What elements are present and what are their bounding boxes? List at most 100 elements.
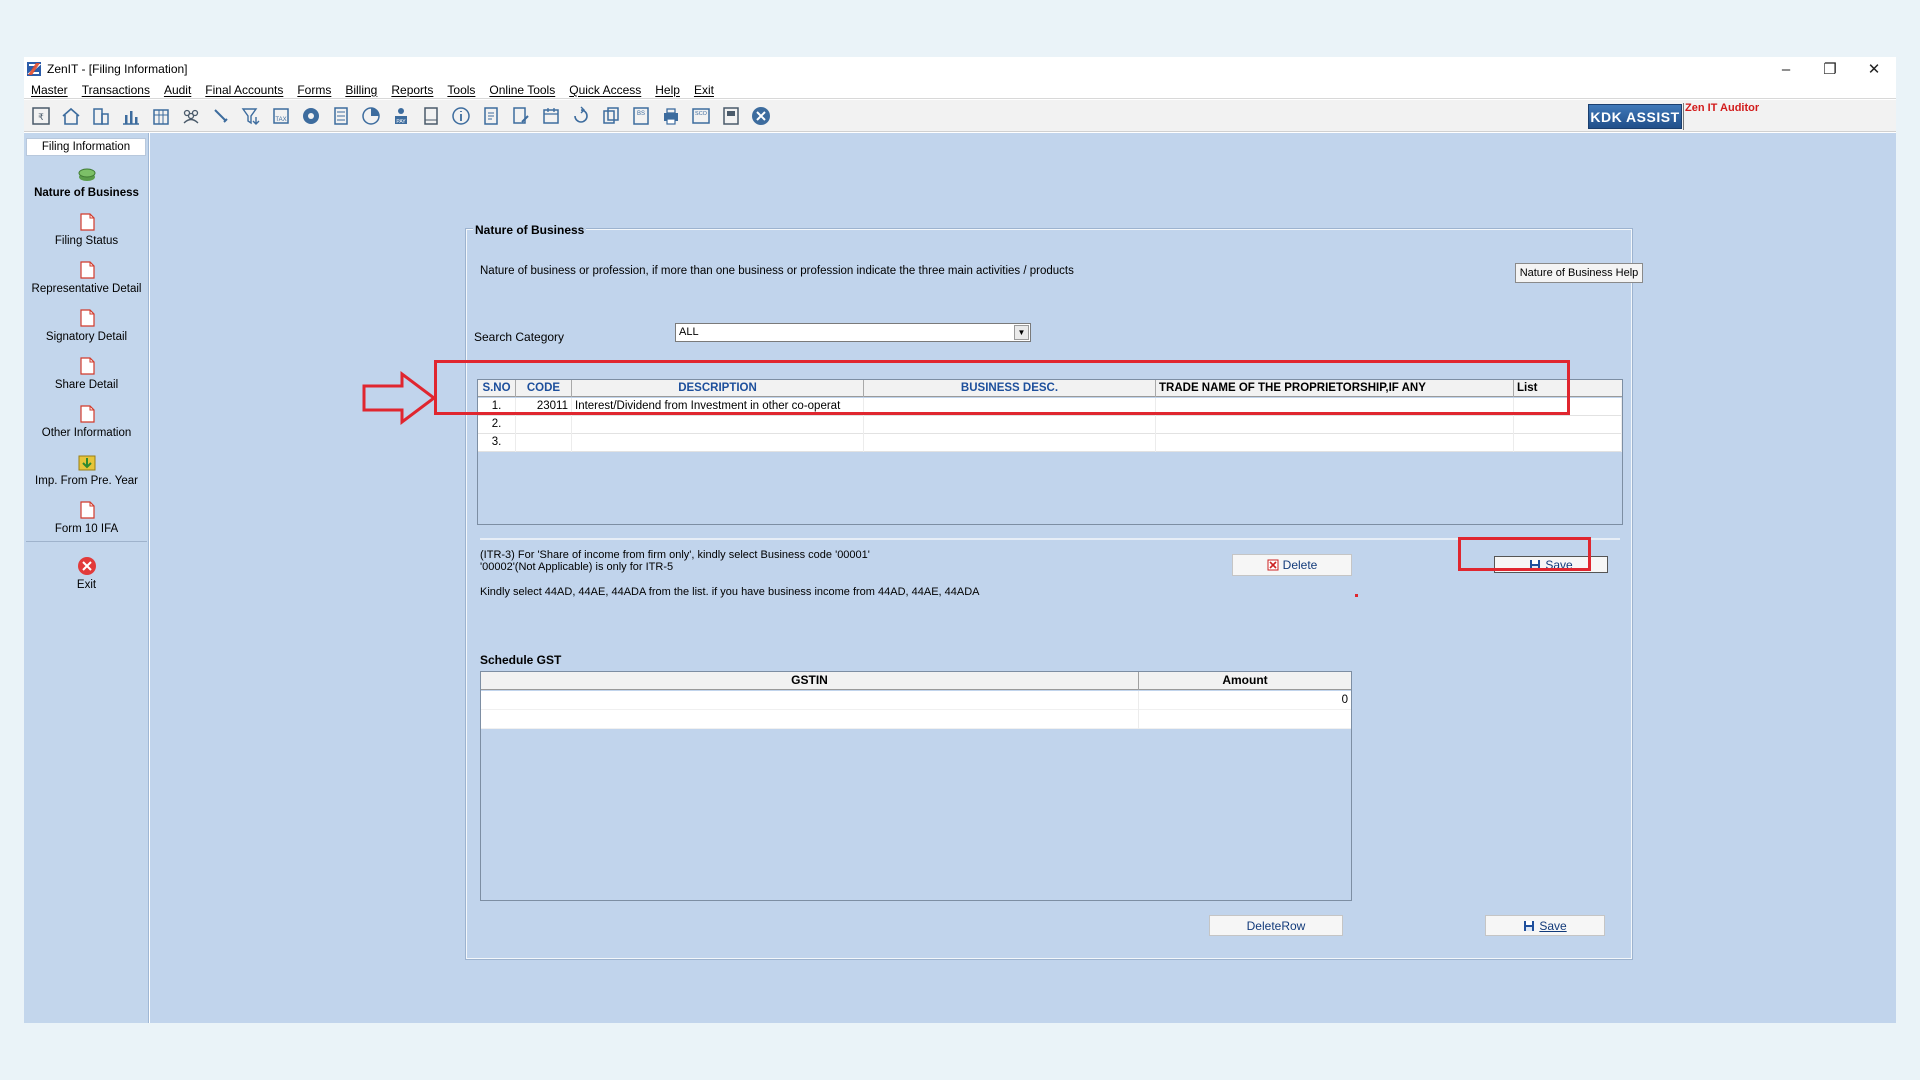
sidebar-item-other-information[interactable]: Other Information <box>24 403 149 439</box>
close-button[interactable]: ✕ <box>1852 57 1896 81</box>
printer-icon[interactable] <box>658 103 684 129</box>
menu-final-accounts[interactable]: Final Accounts <box>198 81 290 99</box>
users-icon[interactable] <box>178 103 204 129</box>
kdk-assist-button[interactable]: KDK ASSIST <box>1588 104 1682 129</box>
highlight-save-box <box>1458 537 1591 571</box>
menu-reports[interactable]: Reports <box>384 81 440 99</box>
menu-forms[interactable]: Forms <box>290 81 338 99</box>
row-list[interactable] <box>1514 434 1622 452</box>
row-code[interactable] <box>516 416 572 434</box>
table-row[interactable]: 0 <box>481 691 1351 710</box>
row-code[interactable] <box>516 434 572 452</box>
row-business-desc[interactable] <box>864 416 1156 434</box>
sidebar-item-label: Other Information <box>41 427 132 439</box>
table-row[interactable]: 2. <box>478 416 1622 434</box>
pay-icon[interactable]: PAY <box>388 103 414 129</box>
delete-button-label: Delete <box>1282 558 1318 572</box>
itr-icon[interactable]: ₹ <box>28 103 54 129</box>
presumptive-income-note: Kindly select 44AD, 44AE, 44ADA from the… <box>480 586 980 598</box>
sidebar-item-representative-detail[interactable]: Representative Detail <box>24 259 149 295</box>
wrench-icon[interactable] <box>208 103 234 129</box>
sidebar-item-filing-status[interactable]: Filing Status <box>24 211 149 247</box>
panel-title: Nature of Business <box>473 223 587 237</box>
nature-of-business-panel: Nature of Business Nature of business or… <box>465 223 1643 960</box>
sidebar-item-label: Filing Status <box>54 235 119 247</box>
toolbar: ₹ TAX PAY BS SCO KDK ASSIST Zen IT Audit… <box>24 100 1896 132</box>
refresh-icon[interactable] <box>568 103 594 129</box>
menu-tools[interactable]: Tools <box>440 81 482 99</box>
book-icon[interactable] <box>418 103 444 129</box>
row-list[interactable] <box>1514 416 1622 434</box>
calendar-icon[interactable] <box>538 103 564 129</box>
document-icon <box>79 213 95 231</box>
menu-audit[interactable]: Audit <box>157 81 198 99</box>
sidebar-item-share-detail[interactable]: Share Detail <box>24 355 149 391</box>
annotation-arrow-icon <box>362 371 437 425</box>
sidebar-divider <box>26 541 147 542</box>
calculator-icon[interactable] <box>328 103 354 129</box>
delete-row-button[interactable]: DeleteRow <box>1209 915 1343 936</box>
table-row[interactable] <box>481 710 1351 729</box>
calendar-grid-icon[interactable] <box>148 103 174 129</box>
row-description[interactable] <box>572 416 864 434</box>
sco-icon[interactable]: SCO <box>688 103 714 129</box>
edit-document-icon[interactable] <box>508 103 534 129</box>
svg-text:₹: ₹ <box>38 112 44 122</box>
menu-exit[interactable]: Exit <box>687 81 721 99</box>
tax-icon[interactable]: TAX <box>268 103 294 129</box>
row-amount[interactable]: 0 <box>1139 691 1351 710</box>
close-circle-icon[interactable] <box>748 103 774 129</box>
delete-button[interactable]: Delete <box>1232 554 1352 576</box>
toolbar-separator <box>1683 103 1684 130</box>
menu-quick-access[interactable]: Quick Access <box>562 81 648 99</box>
bar-chart-icon[interactable] <box>118 103 144 129</box>
sidebar-item-label: Nature of Business <box>34 187 139 199</box>
menu-help[interactable]: Help <box>648 81 687 99</box>
sidebar-exit-button[interactable]: Exit <box>24 555 149 591</box>
search-category-select[interactable]: ALL ▼ <box>675 323 1031 342</box>
chevron-down-icon[interactable]: ▼ <box>1014 325 1029 340</box>
row-trade-name[interactable] <box>1156 416 1514 434</box>
exit-icon <box>77 557 96 575</box>
import-folder-icon <box>78 455 95 471</box>
info-icon[interactable] <box>448 103 474 129</box>
building-icon[interactable] <box>88 103 114 129</box>
sidebar-item-signatory-detail[interactable]: Signatory Detail <box>24 307 149 343</box>
menu-master[interactable]: Master <box>24 81 75 99</box>
nature-of-business-help-button[interactable]: Nature of Business Help <box>1515 263 1643 283</box>
pie-chart-icon[interactable] <box>358 103 384 129</box>
disc-icon[interactable] <box>298 103 324 129</box>
row-description[interactable] <box>572 434 864 452</box>
table-row[interactable]: 3. <box>478 434 1622 452</box>
row-amount[interactable] <box>1139 710 1351 729</box>
menu-online-tools[interactable]: Online Tools <box>482 81 562 99</box>
home-icon[interactable] <box>58 103 84 129</box>
menu-billing[interactable]: Billing <box>338 81 384 99</box>
minimize-button[interactable]: – <box>1764 57 1808 81</box>
title-bar: ZenIT - [Filing Information] – ❐ ✕ <box>24 57 1896 81</box>
delete-row-button-label: DeleteRow <box>1246 918 1306 933</box>
bs-icon[interactable]: BS <box>628 103 654 129</box>
search-category-label: Search Category <box>474 330 565 344</box>
copy-icon[interactable] <box>598 103 624 129</box>
row-business-desc[interactable] <box>864 434 1156 452</box>
menu-transactions[interactable]: Transactions <box>75 81 157 99</box>
svg-text:SCO: SCO <box>695 111 708 117</box>
sidebar-item-nature-of-business[interactable]: Nature of Business <box>24 163 149 199</box>
floppy-disk-icon <box>1524 920 1535 931</box>
sidebar-item-form-10-ifa[interactable]: Form 10 IFA <box>24 499 149 535</box>
filter-icon[interactable] <box>238 103 264 129</box>
row-sno: 3. <box>478 434 516 452</box>
window-title: ZenIT - [Filing Information] <box>47 62 188 76</box>
itr-note: (ITR-3) For 'Share of income from firm o… <box>480 549 870 573</box>
gst-save-button[interactable]: Save <box>1485 915 1605 936</box>
row-trade-name[interactable] <box>1156 434 1514 452</box>
schedule-gst-title: Schedule GST <box>480 653 562 667</box>
itr-note-line-1: (ITR-3) For 'Share of income from firm o… <box>480 549 870 561</box>
row-gstin[interactable] <box>481 691 1139 710</box>
document-icon[interactable] <box>478 103 504 129</box>
restore-button[interactable]: ❐ <box>1808 57 1852 81</box>
report-icon[interactable] <box>718 103 744 129</box>
sidebar-item-import-previous-year[interactable]: Imp. From Pre. Year <box>24 451 149 487</box>
row-gstin[interactable] <box>481 710 1139 729</box>
